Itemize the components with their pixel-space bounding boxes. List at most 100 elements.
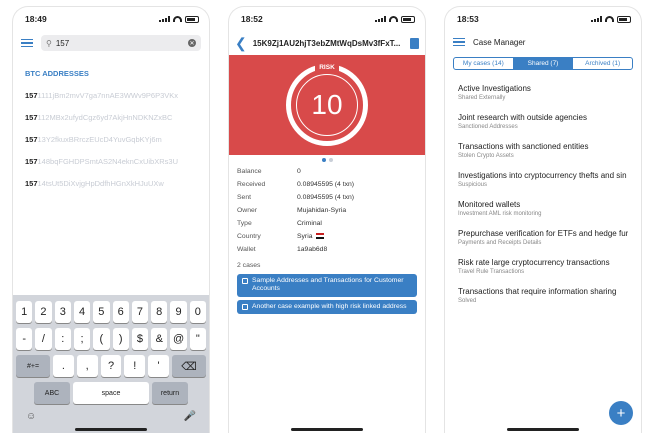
case-list-item[interactable]: Investigations into cryptocurrency theft… <box>445 165 641 194</box>
case-list-item[interactable]: Transactions with sanctioned entities Sto… <box>445 136 641 165</box>
keyboard-key[interactable]: . <box>53 355 74 377</box>
keyboard-key[interactable]: / <box>35 328 52 350</box>
address-prefix: 157 <box>25 91 38 100</box>
phone-case-manager-screen: 18:53 Case Manager My cases (14) Shared … <box>444 6 642 433</box>
keyboard-key[interactable]: ; <box>73 328 91 350</box>
back-icon[interactable]: ❮ <box>235 35 247 52</box>
keyboard-key[interactable]: 0 <box>189 301 206 323</box>
wifi-icon <box>389 16 398 22</box>
home-indicator <box>291 428 363 431</box>
keyboard-key[interactable]: & <box>151 328 168 350</box>
case-link-button[interactable]: Another case example with high risk link… <box>237 299 417 315</box>
keyboard-row-bottom: ABC space return <box>16 382 206 404</box>
keyboard-key[interactable]: 5 <box>93 301 110 323</box>
tab-shared[interactable]: Shared (7) <box>513 58 574 69</box>
page-dots[interactable] <box>229 155 425 165</box>
home-indicator <box>75 428 147 431</box>
keyboard-key[interactable]: ? <box>100 355 122 377</box>
tab-my-cases[interactable]: My cases (14) <box>454 58 514 69</box>
search-input[interactable]: ⚲ 157 ✕ <box>41 35 201 51</box>
case-subtitle: Investment AML risk monitoring <box>458 211 542 217</box>
detail-row: Balance 0 <box>229 165 425 178</box>
case-icon <box>242 303 248 310</box>
menu-icon[interactable] <box>453 37 465 47</box>
delete-key[interactable]: ⌫ <box>172 355 207 377</box>
return-key[interactable]: return <box>152 382 188 404</box>
battery-icon <box>185 15 199 23</box>
case-list: Active Investigations Shared Externally Jo… <box>445 78 641 310</box>
keyboard-key[interactable]: : <box>54 328 71 350</box>
address-prefix: 157 <box>25 179 38 188</box>
case-subtitle: Travel Rule Transactions <box>458 269 525 275</box>
case-subtitle: Suspicious <box>458 182 488 188</box>
address-result-item[interactable]: 15713Y2fkuxBRrczEUcD4YuvGqbKYj6m <box>13 130 209 152</box>
case-link-button[interactable]: Sample Addresses and Transactions for Cu… <box>237 274 417 297</box>
keyboard-key[interactable]: 1 <box>16 301 33 323</box>
keyboard-key[interactable]: 4 <box>73 301 91 323</box>
add-case-button[interactable]: + <box>609 401 633 425</box>
emoji-icon[interactable]: ☺ <box>26 411 36 422</box>
keyboard-key[interactable]: - <box>16 328 33 350</box>
phone-search-screen: 18:49 ⚲ 157 ✕ BTC ADDRESSES 1571111jBm2m… <box>12 6 210 433</box>
detail-row: Wallet 1a9ab6d8 <box>229 243 425 256</box>
signal-icon <box>159 16 170 22</box>
case-title: Joint research with outside agencies <box>458 113 587 122</box>
keyboard-key[interactable]: 8 <box>151 301 168 323</box>
keyboard-key[interactable]: , <box>76 355 98 377</box>
status-time: 18:49 <box>25 14 47 24</box>
keyboard-key[interactable]: 6 <box>112 301 129 323</box>
keyboard-bottom: ☺ 🎤 <box>16 409 206 424</box>
status-time: 18:52 <box>241 14 263 24</box>
case-list-item[interactable]: Monitored wallets Investment AML risk mon… <box>445 194 641 223</box>
share-icon[interactable] <box>410 37 419 49</box>
keyboard-key[interactable]: 7 <box>131 301 149 323</box>
address-prefix: 157 <box>25 157 38 166</box>
risk-gauge: RISK 10 <box>286 63 368 146</box>
case-list-item[interactable]: Risk rate large cryptocurrency transacti… <box>445 252 641 281</box>
detail-label: Balance <box>237 168 262 175</box>
case-list-item[interactable]: Transactions that require information sh… <box>445 281 641 310</box>
detail-value: Criminal <box>297 220 322 227</box>
tab-archived[interactable]: Archived (1) <box>573 58 632 69</box>
phone-address-detail-screen: 18:52 ❮ 15K9Zj1AU2hjT3ebZMtWqDsMv3fFxT..… <box>228 6 426 433</box>
case-list-item[interactable]: Joint research with outside agencies Sanc… <box>445 107 641 136</box>
wifi-icon <box>173 16 182 22</box>
microphone-icon[interactable]: 🎤 <box>184 411 196 422</box>
address-list: 1571111jBm2mvV7ga7nnAE3WWv9P6P3VKx 157112… <box>13 86 209 196</box>
abc-key[interactable]: ABC <box>34 382 70 404</box>
address-result-item[interactable]: 1571111jBm2mvV7ga7nnAE3WWv9P6P3VKx <box>13 86 209 108</box>
address-suffix: 1111jBm2mvV7ga7nnAE3WWv9P6P3VKx <box>37 91 179 100</box>
keyboard-key[interactable]: " <box>189 328 206 350</box>
signal-icon <box>591 16 602 22</box>
detail-row: Country Syria <box>229 230 425 243</box>
cases-count: 2 cases <box>237 262 261 269</box>
case-title: Risk rate large cryptocurrency transacti… <box>458 258 610 267</box>
case-title: Monitored wallets <box>458 200 521 209</box>
case-list-item[interactable]: Active Investigations Shared Externally <box>445 78 641 107</box>
keyboard-key[interactable]: ( <box>93 328 110 350</box>
address-result-item[interactable]: 157148bqFGHDPSmtAS2N4eknCxUibXRs3U <box>13 152 209 174</box>
case-subtitle: Payments and Receipts Details <box>458 240 542 246</box>
keyboard-key[interactable]: @ <box>170 328 187 350</box>
detail-row: Type Criminal <box>229 217 425 230</box>
keyboard-key[interactable]: ' <box>148 355 169 377</box>
search-bar-row: ⚲ 157 ✕ <box>13 31 209 55</box>
detail-row: Received 0.08945595 (4 txn) <box>229 178 425 191</box>
clear-icon[interactable]: ✕ <box>188 39 196 47</box>
detail-value-text: 0 <box>297 168 301 175</box>
detail-value-text: Mujahidan-Syria <box>297 207 347 214</box>
keyboard-key[interactable]: 9 <box>170 301 187 323</box>
keyboard-key[interactable]: ) <box>112 328 129 350</box>
page-title: Case Manager <box>473 37 526 47</box>
address-result-item[interactable]: 157112MBx2ufydCgz6yd7AkjHnNDKNZxBC <box>13 108 209 130</box>
keyboard-key[interactable]: $ <box>131 328 149 350</box>
menu-icon[interactable] <box>21 38 33 48</box>
keyboard-key[interactable]: ! <box>124 355 146 377</box>
case-title: Prepurchase verification for ETFs and he… <box>458 229 628 238</box>
address-result-item[interactable]: 15714tsUt5DiXvjgHpDdfhHGnXkHJuUXw <box>13 174 209 196</box>
case-list-item[interactable]: Prepurchase verification for ETFs and he… <box>445 223 641 252</box>
keyboard-key[interactable]: 3 <box>54 301 71 323</box>
symbols-key[interactable]: #+= <box>16 355 51 377</box>
space-key[interactable]: space <box>73 382 149 404</box>
keyboard-key[interactable]: 2 <box>35 301 52 323</box>
